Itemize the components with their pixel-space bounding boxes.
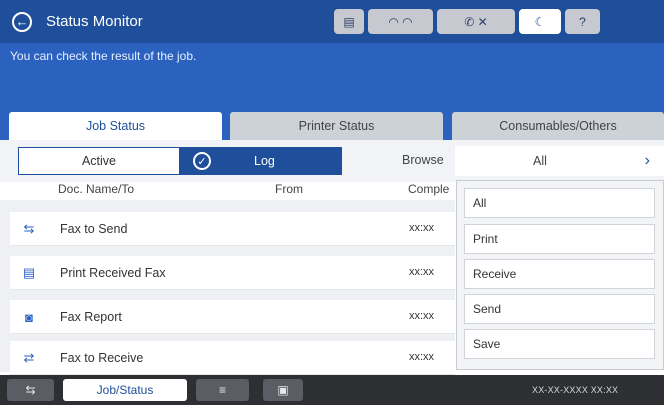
active-button[interactable]: Active xyxy=(18,147,180,175)
job-list-icon[interactable]: ≡ xyxy=(196,379,249,401)
dropdown-option-save[interactable]: Save xyxy=(464,329,655,359)
table-row[interactable]: ⇆ Fax to Send xx:xx xyxy=(10,212,455,246)
status-icons: ▤ ◠ ◠ ✆ ✕ ☾ ? xyxy=(334,9,600,34)
browse-dropdown: All Print Receive Send Save xyxy=(456,180,664,370)
fax-send-icon: ⇆ xyxy=(23,221,35,236)
help-icon[interactable]: ? xyxy=(565,9,600,34)
job-status-button[interactable]: Job/Status xyxy=(63,379,187,401)
printer-icon[interactable]: ▣ xyxy=(263,379,303,401)
fax-send-receive-icon[interactable]: ⇆ xyxy=(7,379,54,401)
browse-value: All xyxy=(533,154,547,168)
tab-printer-status[interactable]: Printer Status xyxy=(230,112,443,140)
row-complete-time: xx:xx xyxy=(409,222,435,234)
dropdown-option-print[interactable]: Print xyxy=(464,224,655,254)
table-row[interactable]: ◙ Fax Report xx:xx xyxy=(10,300,455,334)
log-label: Log xyxy=(254,154,275,168)
wifi-icon[interactable]: ◠ ◠ xyxy=(368,9,433,34)
column-header-doc: Doc. Name/To xyxy=(58,182,135,196)
dropdown-option-all[interactable]: All xyxy=(464,188,655,218)
dropdown-option-send[interactable]: Send xyxy=(464,294,655,324)
paper-icon[interactable]: ▤ xyxy=(334,9,364,34)
subtitle: You can check the result of the job. xyxy=(10,49,197,63)
sleep-icon[interactable]: ☾ xyxy=(519,9,561,34)
tab-consumables-others[interactable]: Consumables/Others xyxy=(452,112,664,140)
datetime: XX-XX-XXXX XX:XX xyxy=(532,385,619,395)
browse-select[interactable]: All › xyxy=(455,146,664,176)
row-doc-name: Fax to Send xyxy=(60,222,128,236)
fax-report-icon: ◙ xyxy=(25,309,33,325)
column-header-from: From xyxy=(275,182,303,196)
row-complete-time: xx:xx xyxy=(409,351,435,363)
column-header-complete: Comple xyxy=(408,182,450,196)
row-doc-name: Print Received Fax xyxy=(60,266,166,280)
tab-job-status[interactable]: Job Status xyxy=(9,112,222,140)
page-title: Status Monitor xyxy=(46,13,143,30)
log-button[interactable]: ✓ Log xyxy=(180,147,342,175)
table-row[interactable]: ⇄ Fax to Receive xx:xx xyxy=(10,341,455,375)
back-icon[interactable]: ← xyxy=(12,11,32,32)
fax-receive-icon: ⇄ xyxy=(23,350,35,365)
row-doc-name: Fax Report xyxy=(60,310,122,324)
print-fax-icon: ▤ xyxy=(22,265,36,280)
row-complete-time: xx:xx xyxy=(409,266,435,278)
fax-off-icon[interactable]: ✆ ✕ xyxy=(437,9,515,34)
dropdown-option-receive[interactable]: Receive xyxy=(464,259,655,289)
row-complete-time: xx:xx xyxy=(409,310,435,322)
browse-label: Browse xyxy=(402,153,444,167)
check-icon: ✓ xyxy=(193,152,211,170)
table-row[interactable]: ▤ Print Received Fax xx:xx xyxy=(10,256,455,290)
row-doc-name: Fax to Receive xyxy=(60,351,144,365)
chevron-right-icon: › xyxy=(644,152,650,169)
